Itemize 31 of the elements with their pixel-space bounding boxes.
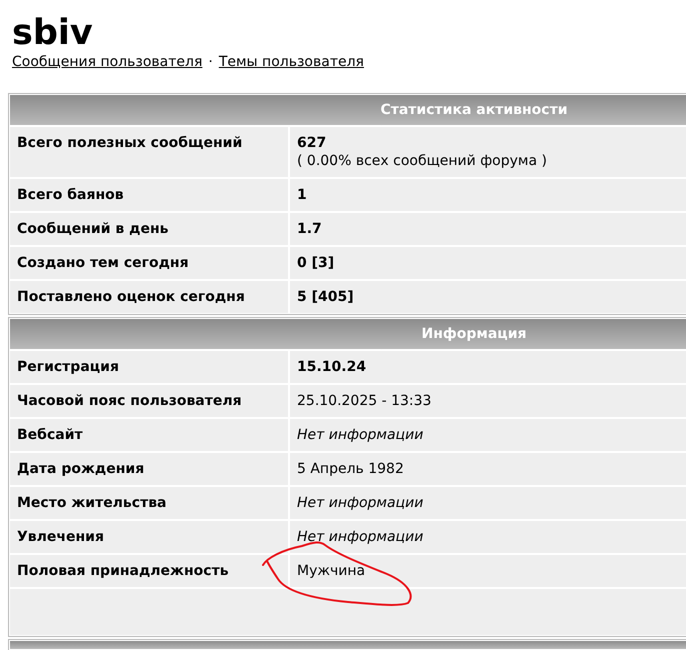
section-header: Статистика активности: [10, 95, 686, 125]
row-value: 25.10.2025 - 13:33: [290, 385, 686, 417]
profile-link[interactable]: Сообщения пользователя: [12, 54, 202, 71]
row-label: Часовой пояс пользователя: [10, 385, 288, 417]
row-value: Нет информации: [290, 487, 686, 519]
row-value: 5 Апрель 1982: [290, 453, 686, 485]
row-label: Вебсайт: [10, 419, 288, 451]
row-label: Создано тем сегодня: [10, 247, 288, 279]
row-label: Всего полезных сообщений: [10, 127, 288, 177]
row-value: 15.10.24: [290, 351, 686, 383]
row-value: 1: [290, 179, 686, 211]
row-value: Мужчина: [297, 563, 366, 580]
row-value: Нет информации: [290, 521, 686, 553]
row-label: Всего баянов: [10, 179, 288, 211]
row-label: Сообщений в день: [10, 213, 288, 245]
row-label: Регистрация: [10, 351, 288, 383]
row-value: 1.7: [290, 213, 686, 245]
row-label: Увлечения: [10, 521, 288, 553]
row-label: Дата рождения: [10, 453, 288, 485]
value-note: ( 0.00% всех сообщений форума ): [297, 153, 548, 170]
row-value: 627: [297, 135, 328, 152]
profile-link[interactable]: Темы пользователя: [218, 54, 364, 71]
row-label: Поставлено оценок сегодня: [10, 281, 288, 313]
row-value: 0 [3]: [290, 247, 686, 279]
section-header: Информация: [10, 319, 686, 349]
link-separator: ·: [207, 54, 214, 71]
username-title: sbiv: [12, 12, 94, 54]
row-value: Нет информации: [290, 419, 686, 451]
row-value: 5 [405]: [290, 281, 686, 313]
row-label: Место жительства: [10, 487, 288, 519]
row-label: Половая принадлежность: [10, 555, 288, 587]
